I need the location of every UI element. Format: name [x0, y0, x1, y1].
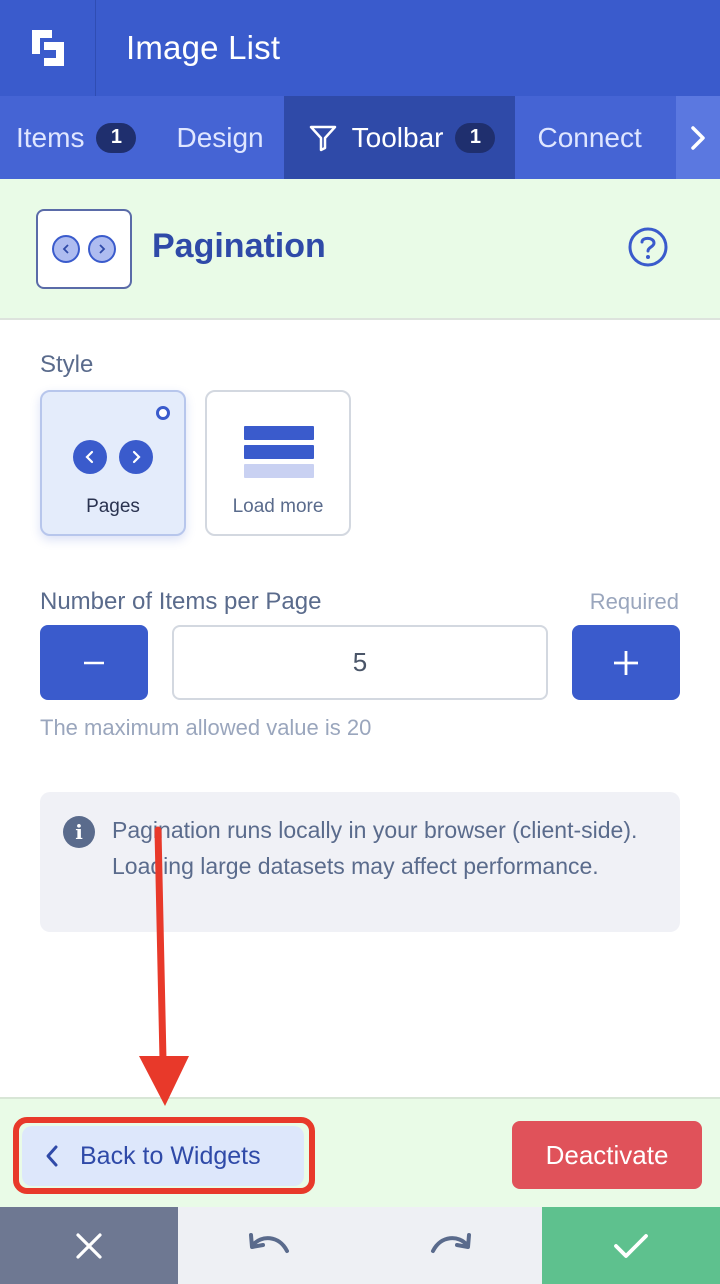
increment-button[interactable]: [572, 625, 680, 700]
info-text: Pagination runs locally in your browser …: [112, 817, 638, 879]
undo-icon: [247, 1231, 291, 1261]
style-option-pages[interactable]: Pages: [40, 390, 186, 536]
redo-button[interactable]: [360, 1207, 542, 1284]
items-per-page-input[interactable]: 5: [172, 625, 548, 700]
widget-header: Pagination: [0, 179, 720, 320]
info-callout: i Pagination runs locally in your browse…: [40, 792, 680, 932]
filter-icon: [308, 123, 338, 153]
required-label: Required: [589, 589, 679, 614]
tab-items[interactable]: Items 1: [0, 96, 152, 179]
style-option-label: Load more: [232, 496, 324, 517]
tab-design[interactable]: Design: [152, 96, 283, 179]
bottom-toolbar: [0, 1207, 720, 1284]
app-header: Image List: [0, 0, 720, 96]
widget-title: Pagination: [152, 227, 326, 265]
app-title: Image List: [126, 29, 281, 66]
chevron-left-icon: [73, 440, 107, 474]
items-per-page-hint: The maximum allowed value is 20: [40, 715, 372, 740]
selected-indicator: [156, 406, 170, 420]
tab-label: Items: [16, 121, 85, 153]
tab-bar: Items 1 Design Toolbar 1 Connect: [0, 96, 720, 179]
info-icon: i: [63, 816, 95, 848]
help-icon[interactable]: [627, 226, 669, 273]
check-icon: [612, 1231, 650, 1261]
tab-badge: 1: [96, 122, 137, 153]
close-icon: [74, 1231, 104, 1261]
decrement-button[interactable]: [40, 625, 148, 700]
tab-connect[interactable]: Connect: [515, 96, 657, 179]
items-per-page-label: Number of Items per Page: [40, 588, 322, 615]
confirm-button[interactable]: [542, 1207, 720, 1284]
tab-label: Toolbar: [351, 121, 444, 153]
undo-button[interactable]: [178, 1207, 360, 1284]
style-option-label: Pages: [86, 496, 140, 517]
redo-icon: [429, 1231, 473, 1261]
style-label: Style: [40, 351, 94, 378]
annotation-highlight: [13, 1117, 315, 1194]
pagination-widget-icon: [36, 209, 132, 289]
deactivate-button[interactable]: Deactivate: [512, 1121, 702, 1189]
tab-label: Connect: [537, 121, 642, 153]
chevron-right-icon: [119, 440, 153, 474]
close-button[interactable]: [0, 1207, 178, 1284]
style-option-load-more[interactable]: Load more: [205, 390, 351, 536]
logo-icon: [0, 0, 96, 96]
tab-label: Design: [176, 121, 264, 153]
chevron-right-icon[interactable]: [676, 96, 720, 179]
tab-badge: 1: [455, 122, 496, 153]
tab-toolbar[interactable]: Toolbar 1: [283, 96, 516, 179]
load-more-icon: [244, 426, 314, 483]
